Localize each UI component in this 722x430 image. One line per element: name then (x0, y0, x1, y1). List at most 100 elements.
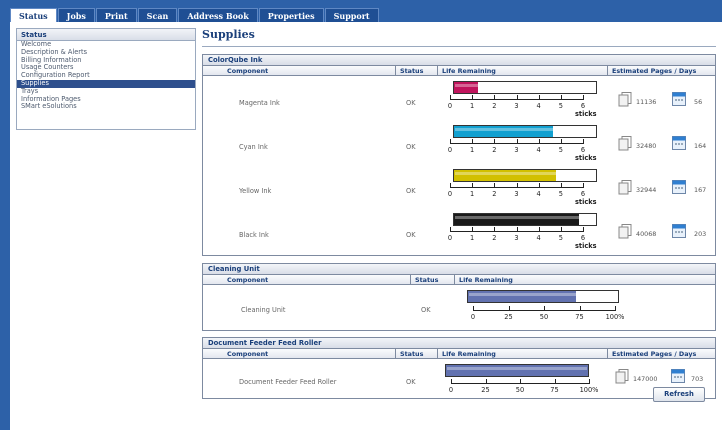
magenta-ink-life-scale: 0 1 2 3 4 5 6 (448, 95, 586, 113)
magenta-ink-scale-tick (472, 95, 474, 100)
pages-icon (615, 369, 629, 384)
magenta-ink-scale-label: 1 (470, 102, 475, 110)
feeder-days: 703 (691, 375, 704, 383)
feeder-scale-label: 50 (515, 386, 525, 394)
tab-address-book[interactable]: Address Book (178, 8, 258, 22)
yellow-ink-scale-tick (538, 183, 540, 188)
yellow-ink-scale-label: 0 (447, 190, 453, 198)
cleaning-header-component: Component (203, 275, 411, 285)
magenta-ink-scale-tick (560, 95, 562, 100)
ink-header-status: Status (396, 66, 438, 76)
feeder-status: OK (406, 378, 416, 386)
cleaning-scale-label: 100% (605, 313, 625, 321)
black-ink-scale-label: 4 (536, 234, 541, 242)
magenta-ink-scale-label: 6 (580, 102, 586, 110)
cyan-ink-component: Cyan Ink (239, 143, 268, 151)
tab-status[interactable]: Status (10, 8, 57, 22)
pages-icon (618, 180, 632, 195)
black-ink-pages: 40068 (636, 230, 657, 238)
yellow-ink-scale-tick (560, 183, 562, 188)
cyan-ink-days: 164 (694, 142, 707, 150)
calendar-icon (672, 136, 686, 150)
sidebar-item-smart-esolutions[interactable]: SMart eSolutions (17, 103, 195, 111)
yellow-ink-scale-label: 2 (492, 190, 497, 198)
black-ink-scale-label: 5 (558, 234, 563, 242)
cyan-ink-life-gauge (453, 125, 597, 138)
yellow-ink-status: OK (406, 187, 416, 195)
yellow-ink-life-gauge (453, 169, 597, 182)
cleaning-scale-tick (473, 306, 474, 311)
pages-icon (618, 136, 632, 151)
tab-scan[interactable]: Scan (137, 8, 178, 22)
calendar-icon (672, 224, 686, 238)
black-ink-scale-tick (583, 227, 584, 232)
magenta-ink-scale-label: 5 (558, 102, 563, 110)
cyan-ink-scale-label: 6 (580, 146, 586, 154)
page-title: Supplies (202, 28, 255, 41)
tab-print[interactable]: Print (95, 8, 137, 22)
cleaning-life-scale: 0 25 50 75 100% (471, 306, 624, 324)
ink-header-life: Life Remaining (438, 66, 608, 76)
ink-header-component: Component (203, 66, 396, 76)
yellow-ink-component: Yellow Ink (239, 187, 272, 195)
cleaning-scale-label: 50 (539, 313, 549, 321)
calendar-icon (672, 92, 686, 106)
feeder-header-estimate: Estimated Pages / Days (608, 349, 715, 359)
black-ink-status: OK (406, 231, 416, 239)
yellow-ink-scale-tick (450, 183, 451, 188)
magenta-ink-life-gauge (453, 81, 597, 94)
black-ink-life-scale: 0 1 2 3 4 5 6 (447, 227, 586, 245)
feeder-roller-panel: Document Feeder Feed Roller Component St… (202, 337, 716, 399)
yellow-ink-scale-label: 6 (580, 190, 586, 198)
calendar-icon (671, 369, 685, 383)
black-ink-scale-label: 2 (492, 234, 497, 242)
cleaning-scale-label: 75 (575, 313, 584, 321)
magenta-ink-status: OK (406, 99, 416, 107)
cleaning-scale-tick (544, 306, 545, 311)
feeder-component: Document Feeder Feed Roller (239, 378, 337, 386)
cyan-ink-unit-label: sticks (575, 154, 597, 162)
magenta-ink-scale-tick (494, 95, 496, 100)
black-ink-scale-label: 0 (447, 234, 453, 242)
magenta-ink-pages: 11136 (636, 98, 657, 106)
feeder-scale-tick (589, 379, 590, 384)
cleaning-scale-tick (615, 306, 616, 311)
yellow-ink-scale-label: 4 (536, 190, 541, 198)
feeder-header-status: Status (396, 349, 438, 359)
cyan-ink-scale-tick (450, 139, 451, 144)
cyan-ink-scale-label: 1 (470, 146, 475, 154)
black-ink-scale-label: 6 (580, 234, 586, 242)
ink-panel: ColorQube Ink Component Status Life Rema… (202, 54, 716, 256)
black-ink-scale-label: 1 (470, 234, 475, 242)
cleaning-panel-title: Cleaning Unit (203, 264, 715, 275)
cyan-ink-scale-label: 0 (447, 146, 453, 154)
black-ink-scale-tick (538, 227, 540, 232)
cleaning-life-gauge (467, 290, 619, 303)
magenta-ink-scale-label: 2 (492, 102, 497, 110)
cleaning-scale-tick (579, 306, 581, 311)
yellow-ink-scale-tick (516, 183, 518, 188)
black-ink-component: Black Ink (239, 231, 269, 239)
cyan-ink-pages: 32480 (636, 142, 657, 150)
tab-jobs[interactable]: Jobs (57, 8, 95, 22)
feeder-header-life: Life Remaining (438, 349, 608, 359)
cyan-ink-scale-tick (516, 139, 518, 144)
cleaning-status: OK (421, 306, 431, 314)
feeder-scale-tick (485, 379, 487, 384)
calendar-icon (672, 180, 686, 194)
cyan-ink-scale-label: 3 (514, 146, 519, 154)
ink-panel-title: ColorQube Ink (203, 55, 715, 66)
magenta-ink-scale-tick (516, 95, 518, 100)
cyan-ink-scale-tick (560, 139, 562, 144)
yellow-ink-scale-label: 5 (558, 190, 563, 198)
yellow-ink-unit-label: sticks (575, 198, 597, 206)
sidebar-item-supplies[interactable]: Supplies (17, 79, 195, 88)
feeder-scale-label: 25 (481, 386, 490, 394)
refresh-button[interactable]: Refresh (653, 387, 705, 402)
yellow-ink-scale-label: 3 (514, 190, 519, 198)
black-ink-days: 203 (694, 230, 707, 238)
cyan-ink-scale-tick (472, 139, 474, 144)
tab-support[interactable]: Support (324, 8, 379, 22)
tab-properties[interactable]: Properties (258, 8, 324, 22)
black-ink-scale-tick (560, 227, 562, 232)
